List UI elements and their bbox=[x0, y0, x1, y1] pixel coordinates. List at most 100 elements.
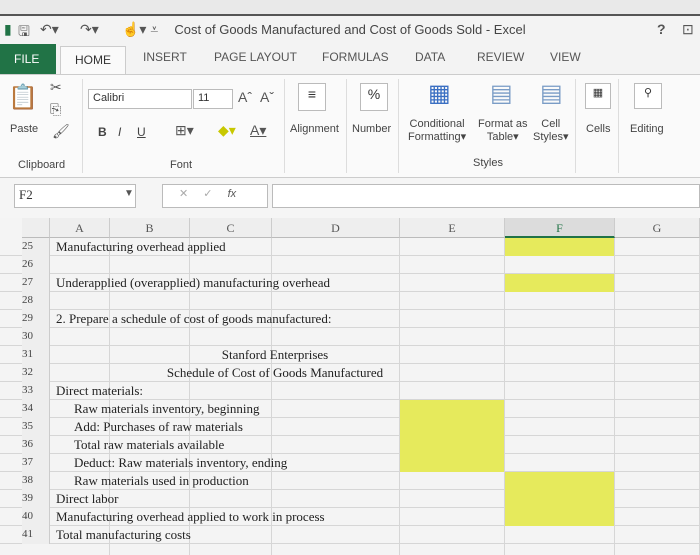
cell-text[interactable]: 2. Prepare a schedule of cost of goods m… bbox=[56, 311, 331, 327]
row-header[interactable]: 29 bbox=[22, 310, 50, 328]
enter-icon[interactable]: ✓ bbox=[203, 188, 212, 200]
input-cell-f38[interactable] bbox=[505, 472, 614, 490]
editing-button[interactable]: Editing bbox=[630, 123, 664, 135]
italic-button[interactable]: I bbox=[118, 125, 121, 139]
binoculars-icon[interactable]: ⚲ bbox=[634, 83, 662, 109]
column-header-b[interactable]: B bbox=[110, 218, 190, 238]
insert-function-button[interactable]: fx bbox=[228, 188, 237, 200]
grow-font-icon[interactable]: Aˆ bbox=[238, 89, 252, 105]
copy-icon[interactable]: ⎘ bbox=[50, 101, 61, 118]
row-header[interactable]: 38 bbox=[22, 472, 50, 490]
cell-text[interactable]: Direct materials: bbox=[56, 383, 143, 399]
row-header[interactable]: 37 bbox=[22, 454, 50, 472]
font-name-select[interactable]: Calibri bbox=[88, 89, 192, 109]
table-row: 31 Stanford Enterprises bbox=[0, 346, 700, 364]
cell-styles-button[interactable]: Cell Styles▾ bbox=[533, 118, 569, 143]
input-cell-e35[interactable] bbox=[400, 418, 504, 436]
input-cell-f39[interactable] bbox=[505, 490, 614, 508]
cell-styles-icon[interactable]: ▤ bbox=[540, 79, 563, 108]
table-row: 35 Add: Purchases of raw materials bbox=[0, 418, 700, 436]
tab-file[interactable]: FILE bbox=[0, 44, 56, 74]
row-header[interactable]: 41 bbox=[22, 526, 50, 544]
tab-formulas[interactable]: FORMULAS bbox=[322, 50, 389, 64]
percent-icon[interactable]: % bbox=[360, 83, 388, 111]
row-header[interactable]: 35 bbox=[22, 418, 50, 436]
cell-text[interactable]: Total manufacturing costs bbox=[56, 527, 191, 543]
cell-text[interactable]: Raw materials inventory, beginning bbox=[74, 401, 259, 417]
group-styles: Styles bbox=[473, 157, 503, 169]
row-header[interactable]: 40 bbox=[22, 508, 50, 526]
cells-icon[interactable]: ▦ bbox=[585, 83, 611, 109]
font-color-icon[interactable]: A▾ bbox=[250, 122, 266, 139]
cells-button[interactable]: Cells bbox=[586, 123, 610, 135]
table-row: 34 Raw materials inventory, beginning bbox=[0, 400, 700, 418]
tab-view[interactable]: VIEW bbox=[550, 50, 581, 64]
row-header[interactable]: 27 bbox=[22, 274, 50, 292]
column-header-a[interactable]: A bbox=[50, 218, 110, 238]
column-header-c[interactable]: C bbox=[190, 218, 272, 238]
name-box[interactable]: F2 bbox=[14, 184, 136, 208]
row-header[interactable]: 26 bbox=[22, 256, 50, 274]
input-cell-e36[interactable] bbox=[400, 436, 504, 454]
input-cell-e34[interactable] bbox=[400, 400, 504, 418]
conditional-formatting-icon[interactable]: ▦ bbox=[428, 79, 451, 108]
paste-button[interactable]: Paste bbox=[10, 123, 38, 135]
row-header[interactable]: 32 bbox=[22, 364, 50, 382]
alignment-button[interactable]: Alignment bbox=[290, 123, 339, 135]
input-cell-f25[interactable] bbox=[505, 238, 614, 256]
column-header-e[interactable]: E bbox=[400, 218, 505, 238]
cell-text[interactable]: Underapplied (overapplied) manufacturing… bbox=[56, 275, 330, 291]
row-header[interactable]: 39 bbox=[22, 490, 50, 508]
format-painter-icon[interactable]: 🖌 bbox=[52, 123, 70, 140]
conditional-formatting-button[interactable]: Conditional Formatting▾ bbox=[408, 118, 466, 143]
input-cell-e37[interactable] bbox=[400, 454, 504, 472]
tab-home[interactable]: HOME bbox=[60, 46, 126, 76]
formula-input[interactable] bbox=[272, 184, 700, 208]
tab-insert[interactable]: INSERT bbox=[143, 50, 187, 64]
row-header[interactable]: 28 bbox=[22, 292, 50, 310]
cell-text[interactable]: Manufacturing overhead applied to work i… bbox=[56, 509, 325, 525]
row-header[interactable]: 31 bbox=[22, 346, 50, 364]
format-as-table-button[interactable]: Format as Table▾ bbox=[478, 118, 528, 143]
cell-text[interactable]: Raw materials used in production bbox=[74, 473, 249, 489]
cell-text[interactable]: Schedule of Cost of Goods Manufactured bbox=[50, 365, 500, 381]
underline-button[interactable]: U bbox=[137, 125, 146, 139]
column-header-g[interactable]: G bbox=[615, 218, 700, 238]
row-header[interactable]: 33 bbox=[22, 382, 50, 400]
row-header[interactable]: 30 bbox=[22, 328, 50, 346]
format-as-table-icon[interactable]: ▤ bbox=[490, 79, 513, 108]
cell-text[interactable]: Deduct: Raw materials inventory, ending bbox=[74, 455, 287, 471]
cancel-icon[interactable]: ✕ bbox=[179, 188, 188, 200]
column-header-d[interactable]: D bbox=[272, 218, 400, 238]
borders-icon[interactable]: ⊞▾ bbox=[175, 122, 194, 139]
row-header[interactable]: 36 bbox=[22, 436, 50, 454]
ribbon-display-icon[interactable]: ⊡ bbox=[682, 21, 694, 38]
cut-icon[interactable]: ✂ bbox=[50, 79, 62, 96]
cell-text[interactable]: Manufacturing overhead applied bbox=[56, 239, 226, 255]
paste-icon[interactable]: 📋 bbox=[8, 83, 38, 112]
row-header[interactable]: 34 bbox=[22, 400, 50, 418]
tab-data[interactable]: DATA bbox=[415, 50, 445, 64]
bold-button[interactable]: B bbox=[98, 125, 107, 139]
tab-review[interactable]: REVIEW bbox=[477, 50, 524, 64]
cell-text[interactable]: Stanford Enterprises bbox=[50, 347, 500, 363]
row-header[interactable]: 25 bbox=[22, 238, 50, 256]
select-all-button[interactable] bbox=[22, 218, 50, 238]
input-cell-f27[interactable] bbox=[505, 274, 614, 292]
table-row: 29 2. Prepare a schedule of cost of goods… bbox=[0, 310, 700, 328]
input-cell-f40[interactable] bbox=[505, 508, 614, 526]
ribbon-tabs: FILE HOME INSERT PAGE LAYOUT FORMULAS DA… bbox=[0, 44, 700, 76]
help-button[interactable]: ? bbox=[657, 21, 666, 37]
fill-color-icon[interactable]: ◆▾ bbox=[218, 122, 236, 139]
number-button[interactable]: Number bbox=[352, 123, 391, 135]
chevron-down-icon[interactable]: ▼ bbox=[124, 188, 134, 199]
label: Styles bbox=[533, 131, 563, 143]
column-header-f[interactable]: F bbox=[505, 218, 615, 238]
align-icon[interactable]: ≡ bbox=[298, 83, 326, 111]
tab-page-layout[interactable]: PAGE LAYOUT bbox=[214, 50, 297, 64]
font-size-select[interactable]: 11 bbox=[193, 89, 233, 109]
cell-text[interactable]: Add: Purchases of raw materials bbox=[74, 419, 243, 435]
cell-text[interactable]: Direct labor bbox=[56, 491, 118, 507]
shrink-font-icon[interactable]: Aˇ bbox=[260, 89, 274, 105]
cell-text[interactable]: Total raw materials available bbox=[74, 437, 224, 453]
